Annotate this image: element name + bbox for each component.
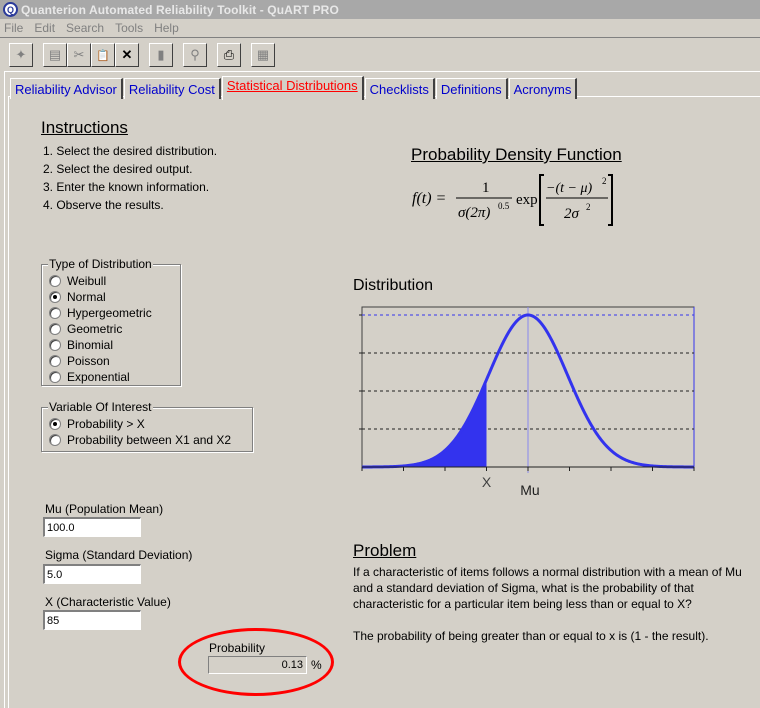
sigma-input[interactable] <box>43 564 141 584</box>
distribution-type-option[interactable]: Geometric <box>49 321 152 337</box>
pdf-heading: Probability Density Function <box>411 145 622 164</box>
radio-button[interactable] <box>49 434 61 446</box>
instructions-list: 1. Select the desired distribution. 2. S… <box>43 142 217 214</box>
binoculars-icon: ⚲ <box>190 47 200 62</box>
paste-icon: 📋 <box>96 49 110 62</box>
mu-input[interactable] <box>43 517 141 537</box>
distribution-type-option[interactable]: Poisson <box>49 353 152 369</box>
window-title: Quanterion Automated Reliability Toolkit… <box>21 2 339 17</box>
radio-button[interactable] <box>49 371 61 383</box>
tab-checklists[interactable]: Checklists <box>364 78 435 99</box>
instruction-step: 4. Observe the results. <box>43 198 164 212</box>
toolbar: ✦ ▤ ✂ 📋 ✕ ▮ ⚲ ⎙ ▦ <box>0 40 760 70</box>
app-logo-icon: Q <box>3 2 18 17</box>
radio-button[interactable] <box>49 355 61 367</box>
paste-button[interactable]: 📋 <box>91 43 115 67</box>
variable-of-interest-group: Variable Of Interest Probability > X Prob… <box>41 400 253 452</box>
menu-tools[interactable]: Tools <box>115 21 143 35</box>
distribution-type-option[interactable]: Hypergeometric <box>49 305 152 321</box>
variable-of-interest-legend: Variable Of Interest <box>48 400 153 414</box>
radio-label: Poisson <box>67 354 110 368</box>
printer-icon: ⎙ <box>223 47 235 62</box>
instruction-step: 2. Select the desired output. <box>43 162 193 176</box>
sigma-label: Sigma (Standard Deviation) <box>45 548 193 562</box>
bookmark-icon: ▮ <box>157 47 165 62</box>
radio-label: Normal <box>67 290 106 304</box>
x-tick-label-x: X <box>482 474 492 490</box>
tab-acronyms[interactable]: Acronyms <box>508 78 578 99</box>
distribution-type-group: Type of Distribution Weibull Normal Hyperg… <box>41 257 181 386</box>
tab-definitions[interactable]: Definitions <box>435 78 508 99</box>
formula-exp-numerator: −(t − μ) <box>546 181 592 196</box>
cut-icon: ✂ <box>73 47 85 62</box>
menu-search[interactable]: Search <box>66 21 104 35</box>
delete-button[interactable]: ✕ <box>115 43 139 67</box>
problem-text: If a characteristic of items follows a n… <box>353 564 758 660</box>
highlight-annotation <box>178 628 334 696</box>
radio-button[interactable] <box>49 339 61 351</box>
menu-edit[interactable]: Edit <box>34 21 55 35</box>
calculator-icon: ▦ <box>256 47 270 62</box>
radio-button[interactable] <box>49 275 61 287</box>
distribution-type-legend: Type of Distribution <box>48 257 153 271</box>
radio-label: Geometric <box>67 322 123 336</box>
title-bar: Q Quanterion Automated Reliability Toolk… <box>0 0 760 19</box>
mu-label: Mu (Population Mean) <box>45 502 164 516</box>
formula-exp-denominator: 2σ <box>564 206 580 222</box>
radio-label: Probability between X1 and X2 <box>67 433 232 447</box>
distribution-type-option[interactable]: Weibull <box>49 273 152 289</box>
copy-icon: ▤ <box>48 47 62 62</box>
formula-exp-numerator-power: 2 <box>602 176 607 186</box>
new-button[interactable]: ✦ <box>9 43 33 67</box>
instruction-step: 1. Select the desired distribution. <box>43 144 218 158</box>
radio-button[interactable] <box>49 323 61 335</box>
variable-of-interest-option[interactable]: Probability > X <box>49 416 231 432</box>
bookmark-button[interactable]: ▮ <box>149 43 173 67</box>
instructions-heading: Instructions <box>41 118 128 137</box>
radio-button[interactable] <box>49 307 61 319</box>
shaded-probability-area <box>362 379 487 467</box>
tab-reliability-cost[interactable]: Reliability Cost <box>123 78 221 99</box>
find-button[interactable]: ⚲ <box>183 43 207 67</box>
cut-button[interactable]: ✂ <box>67 43 91 67</box>
print-button[interactable]: ⎙ <box>217 43 241 67</box>
new-icon: ✦ <box>15 47 27 62</box>
tab-strip: Reliability Advisor Reliability Cost Sta… <box>10 76 578 100</box>
radio-button[interactable] <box>49 291 61 303</box>
distribution-type-option[interactable]: Binomial <box>49 337 152 353</box>
menu-bar: File Edit Search Tools Help <box>0 19 760 38</box>
formula-exp-denominator-power: 2 <box>586 202 591 212</box>
instruction-step: 3. Enter the known information. <box>43 180 210 194</box>
chart-title: Distribution <box>353 277 434 294</box>
distribution-type-option[interactable]: Exponential <box>49 369 152 385</box>
calculator-button[interactable]: ▦ <box>251 43 275 67</box>
formula-denominator: σ(2π) <box>458 205 490 221</box>
distribution-type-option[interactable]: Normal <box>49 289 152 305</box>
problem-paragraph: If a characteristic of items follows a n… <box>353 565 742 611</box>
formula-numerator: 1 <box>482 180 490 196</box>
x-input[interactable] <box>43 610 141 630</box>
formula-exp: exp <box>516 192 538 208</box>
formula-denominator-exponent: 0.5 <box>498 201 510 211</box>
problem-heading: Problem <box>353 541 417 560</box>
radio-label: Weibull <box>67 274 107 288</box>
variable-of-interest-option[interactable]: Probability between X1 and X2 <box>49 432 231 448</box>
copy-button[interactable]: ▤ <box>43 43 67 67</box>
menu-help[interactable]: Help <box>154 21 179 35</box>
x-tick-label-mu: Mu <box>520 482 539 498</box>
tab-statistical-distributions[interactable]: Statistical Distributions <box>221 76 364 100</box>
tab-reliability-advisor[interactable]: Reliability Advisor <box>10 78 123 99</box>
radio-label: Probability > X <box>67 417 145 431</box>
radio-label: Hypergeometric <box>67 306 152 320</box>
x-label: X (Characteristic Value) <box>45 595 171 609</box>
problem-paragraph: The probability of being greater than or… <box>353 629 709 643</box>
delete-icon: ✕ <box>121 47 133 62</box>
radio-label: Binomial <box>67 338 114 352</box>
pdf-formula: f(t) = 1 σ(2π) 0.5 exp −(t − μ) 2 2σ 2 <box>412 173 622 228</box>
radio-button[interactable] <box>49 418 61 430</box>
menu-file[interactable]: File <box>4 21 23 35</box>
formula-lhs: f(t) = <box>412 190 446 207</box>
radio-label: Exponential <box>67 370 130 384</box>
distribution-chart: X Mu <box>359 306 695 498</box>
